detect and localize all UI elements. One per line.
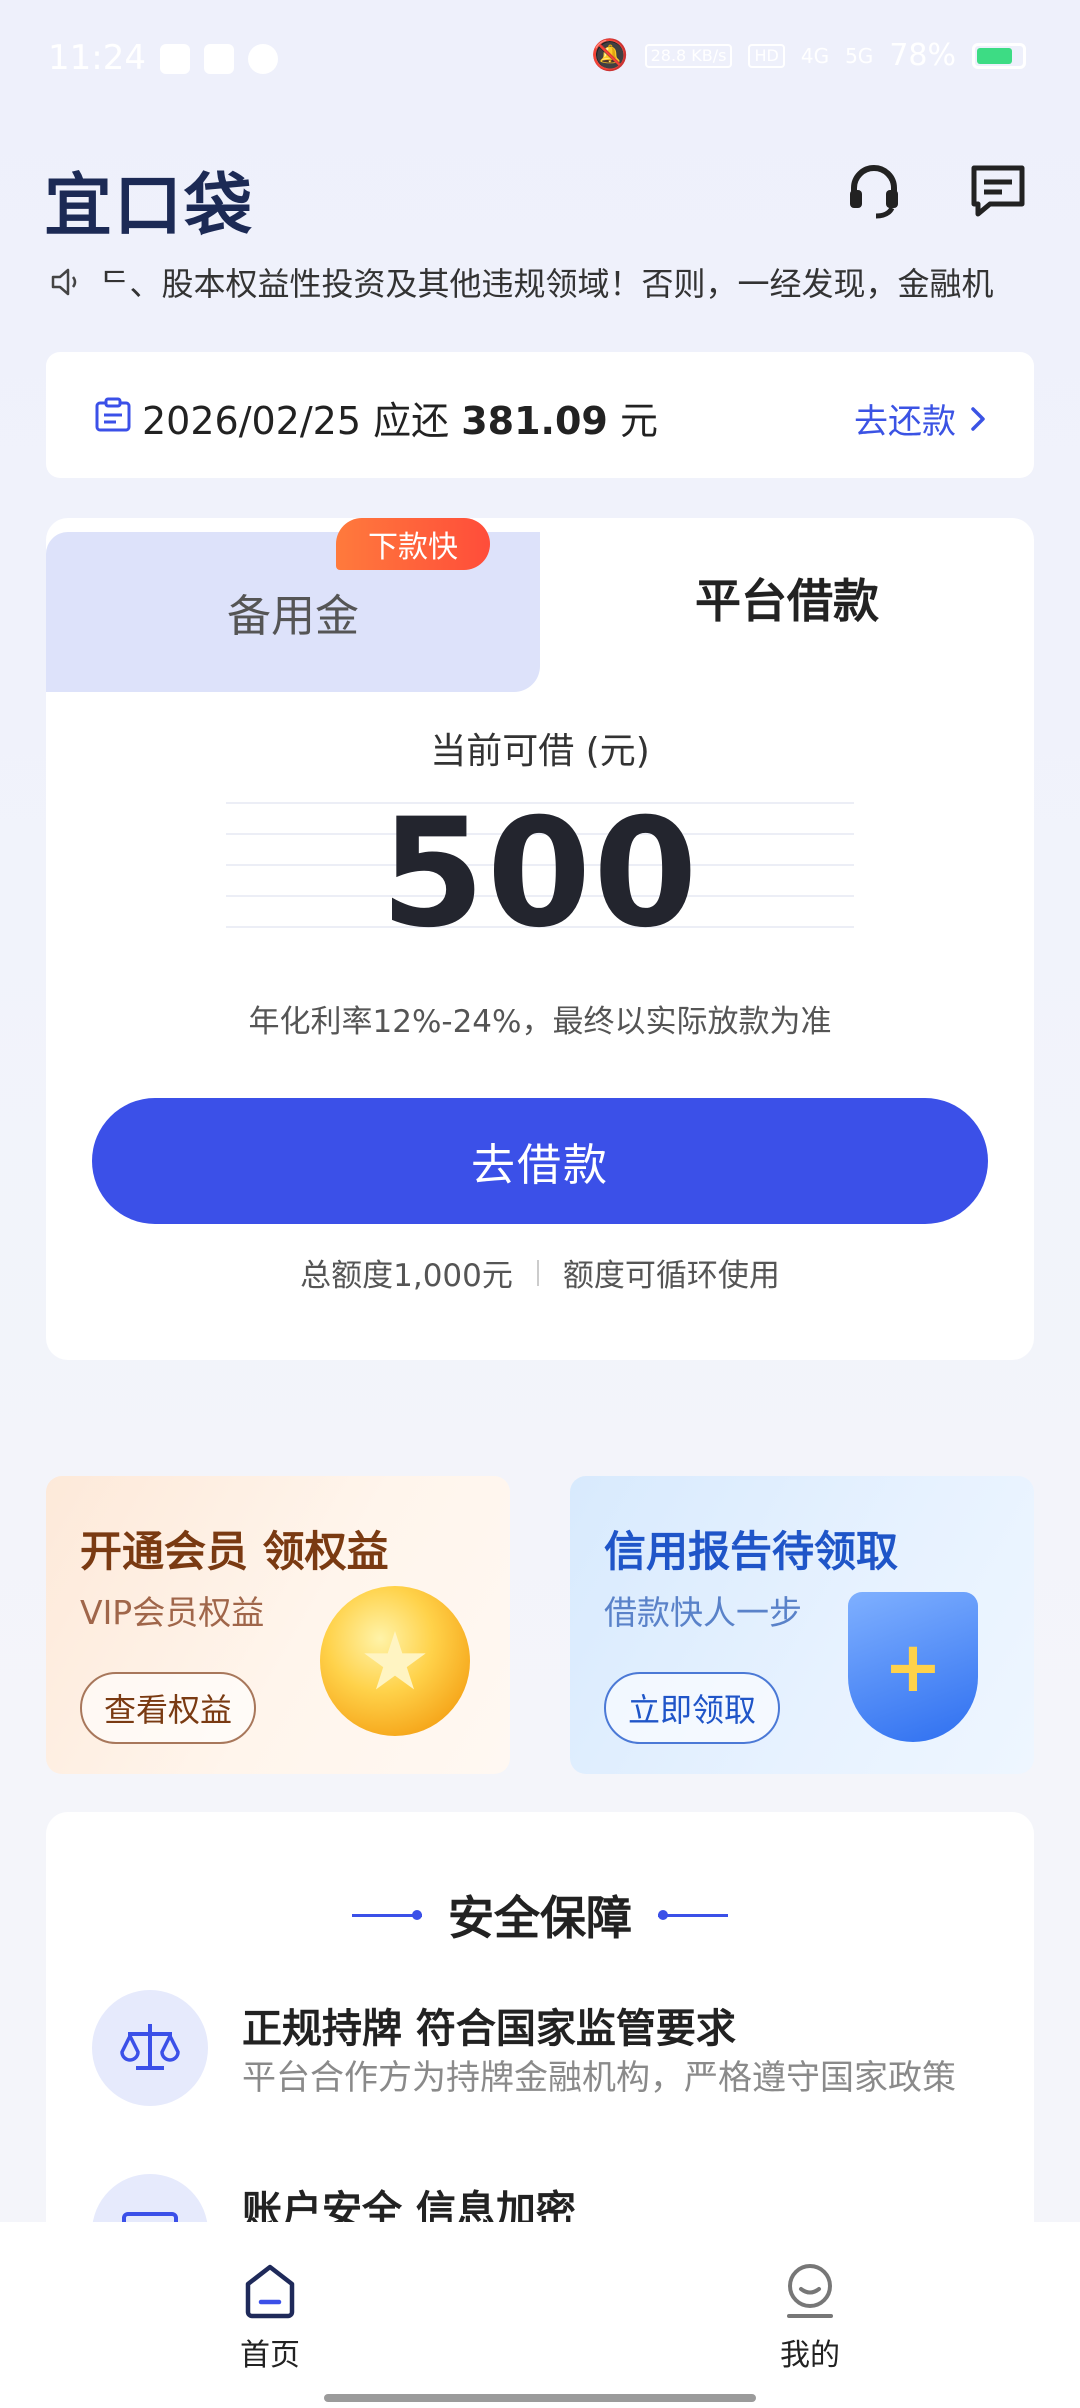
vip-promo-subtitle: VIP会员权益 [80, 1593, 265, 1632]
notice-text: ᄃ、股本权益性投资及其他违规领域！否则，一经发现，金融机 [100, 265, 994, 302]
cycle-note: 额度可循环使用 [562, 1258, 780, 1294]
home-indicator[interactable] [324, 2394, 756, 2402]
view-benefits-button[interactable]: 查看权益 [80, 1672, 257, 1744]
book-app-icon [204, 44, 234, 74]
repay-date: 2026/02/25 [142, 399, 362, 443]
status-right: 🔕 28.8 KB/s HD 4G 5G 78% [591, 38, 1026, 73]
signal-5g: 5G [845, 43, 874, 68]
speaker-icon [51, 268, 77, 296]
headset-icon[interactable] [842, 158, 906, 222]
security-item-title: 正规持牌 符合国家监管要求 [242, 2006, 736, 2052]
tab-platform-loan-label: 平台借款 [695, 574, 879, 628]
chevron-right-icon [971, 406, 985, 431]
repay-amount: 381.09 [461, 399, 608, 443]
repay-due-label: 应还 [373, 399, 450, 443]
security-title: 安全保障 [448, 1891, 632, 1945]
repay-button[interactable]: 去还款 [854, 394, 986, 443]
security-item-desc: 平台合作方为持牌金融机构，严格遵守国家政策 [242, 2058, 956, 2098]
available-amount: 500 [380, 787, 700, 961]
battery-icon [972, 42, 1026, 69]
fast-badge: 下款快 [336, 518, 490, 570]
video-app-icon [160, 44, 190, 74]
net-speed: 28.8 KB/s [644, 43, 733, 68]
borrow-button[interactable]: 去借款 [92, 1098, 988, 1224]
vip-promo-card[interactable]: 开通会员 领权益 VIP会员权益 查看权益 ★ [46, 1476, 510, 1774]
scale-icon [92, 1990, 208, 2106]
security-heading: 安全保障 [46, 1882, 1034, 1948]
bottom-nav: 首页 我的 [0, 2222, 1080, 2408]
vip-promo-title: 开通会员 领权益 [80, 1527, 389, 1576]
repay-summary: 2026/02/25 应还 381.09 元 [142, 390, 658, 445]
bill-icon [95, 397, 131, 432]
nav-profile[interactable]: 我的 [730, 2262, 890, 2374]
status-bar: 11:24 🔕 28.8 KB/s HD 4G 5G 78% [0, 0, 1080, 120]
status-time: 11:24 [48, 38, 146, 78]
signal-4g: 4G [800, 43, 830, 68]
available-label: 当前可借 (元) [430, 731, 650, 772]
nav-home-label: 首页 [240, 2338, 300, 2373]
app-logo: 宜口袋 [44, 167, 255, 246]
claim-report-button[interactable]: 立即领取 [604, 1672, 781, 1744]
gold-coin-icon: ★ [320, 1586, 470, 1736]
repay-action-label: 去还款 [854, 402, 956, 442]
credit-promo-title: 信用报告待领取 [604, 1527, 899, 1576]
message-icon[interactable] [966, 158, 1030, 222]
home-icon [245, 2264, 295, 2319]
notice-marquee[interactable]: ᄃ、股本权益性投资及其他违规领域！否则，一经发现，金融机 [50, 262, 1030, 302]
tab-reserve-fund-label: 备用金 [227, 591, 359, 642]
shield-icon: + [848, 1592, 978, 1742]
heading-decoration-left [352, 1909, 422, 1920]
mute-icon: 🔕 [591, 38, 629, 73]
credit-promo-subtitle: 借款快人一步 [604, 1593, 802, 1632]
battery-percent: 78% [889, 38, 956, 73]
credit-promo-card[interactable]: 信用报告待领取 借款快人一步 立即领取 + [570, 1476, 1034, 1774]
nav-home[interactable]: 首页 [190, 2262, 350, 2374]
hd-icon: HD [748, 43, 785, 68]
heading-decoration-right [658, 1909, 728, 1920]
loan-card: 备用金 平台借款 当前可借 (元) 500 年化利率12%-24%，最终以实际放… [46, 518, 1034, 1360]
repay-unit: 元 [619, 399, 658, 443]
repay-card[interactable]: 2026/02/25 应还 381.09 元 去还款 [46, 352, 1034, 478]
borrow-button-label: 去借款 [471, 1140, 609, 1191]
app-notification-icon [248, 44, 278, 74]
profile-icon [787, 2264, 833, 2318]
quota-info: 总额度1,000元 额度可循环使用 [46, 1250, 1034, 1295]
tab-platform-loan[interactable]: 平台借款 [540, 518, 1034, 678]
nav-profile-label: 我的 [780, 2338, 840, 2373]
total-quota: 总额度1,000元 [300, 1258, 513, 1294]
rate-note: 年化利率12%-24%，最终以实际放款为准 [248, 1004, 832, 1040]
quota-divider [536, 1259, 539, 1286]
